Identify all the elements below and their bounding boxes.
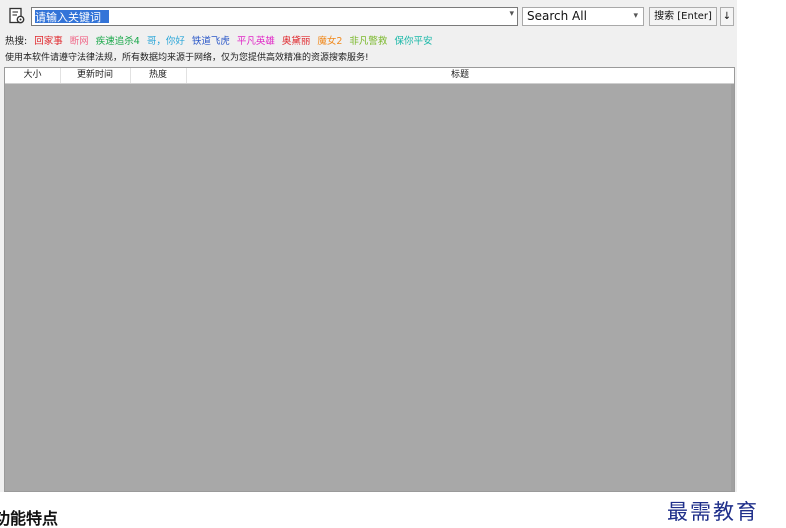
- table-header: 大小 更新时间 热度 标题: [5, 68, 734, 84]
- section-title: 功能特点: [0, 509, 59, 528]
- chevron-down-icon[interactable]: ▾: [509, 9, 514, 19]
- hot-keyword-link[interactable]: 疾速追杀4: [96, 36, 140, 47]
- search-input-box[interactable]: ▾: [31, 7, 518, 26]
- legal-notice: 使用本软件请遵守法律法规，所有数据均来源于网络，仅为您提供高效精准的资源搜索服务…: [5, 53, 369, 63]
- hot-keyword-link[interactable]: 魔女2: [317, 36, 342, 47]
- vertical-scrollbar[interactable]: [731, 84, 734, 491]
- hot-keyword-link[interactable]: 断网: [70, 36, 89, 47]
- hot-keyword-link[interactable]: 保你平安: [394, 36, 432, 47]
- column-header-size[interactable]: 大小: [5, 68, 61, 83]
- hot-keyword-list: 回家事 断网 疾速追杀4 哥，你好 铁道飞虎 平凡英雄 奥黛丽 魔女2 非凡警救 保你平安: [34, 36, 439, 47]
- hot-keyword-link[interactable]: 回家事: [34, 36, 63, 47]
- app-window: ▾ Search All ▾ 搜索 [Enter] ↓ 热搜: 回家事断网疾速追…: [0, 0, 737, 492]
- column-header-heat[interactable]: 热度: [130, 68, 187, 83]
- hot-keyword-link[interactable]: 铁道飞虎: [192, 36, 230, 47]
- app-icon[interactable]: [7, 6, 27, 26]
- column-header-updated[interactable]: 更新时间: [60, 68, 131, 83]
- column-header-title[interactable]: 标题: [186, 68, 734, 83]
- hot-label: 热搜:: [5, 36, 28, 47]
- search-input[interactable]: [32, 8, 505, 25]
- sort-button[interactable]: ↓: [720, 7, 734, 26]
- hot-keyword-link[interactable]: 平凡英雄: [237, 36, 275, 47]
- hot-keyword-link[interactable]: 奥黛丽: [282, 36, 311, 47]
- hot-keyword-link[interactable]: 哥，你好: [147, 36, 185, 47]
- results-table[interactable]: 大小 更新时间 热度 标题: [4, 67, 735, 492]
- search-scope-select[interactable]: Search All ▾: [522, 7, 644, 26]
- watermark-logo: 最需教育: [667, 500, 759, 524]
- search-toolbar: ▾ Search All ▾ 搜索 [Enter] ↓: [0, 0, 737, 32]
- chevron-down-icon: ▾: [633, 11, 638, 21]
- hot-keywords-row: 热搜: 回家事 断网 疾速追杀4 哥，你好 铁道飞虎 平凡英雄 奥黛丽 魔女2 非凡警救 保你平安: [5, 34, 446, 50]
- search-button[interactable]: 搜索 [Enter]: [649, 7, 717, 26]
- hot-keyword-link[interactable]: 非凡警救: [349, 36, 387, 47]
- search-scope-value: Search All: [527, 9, 587, 23]
